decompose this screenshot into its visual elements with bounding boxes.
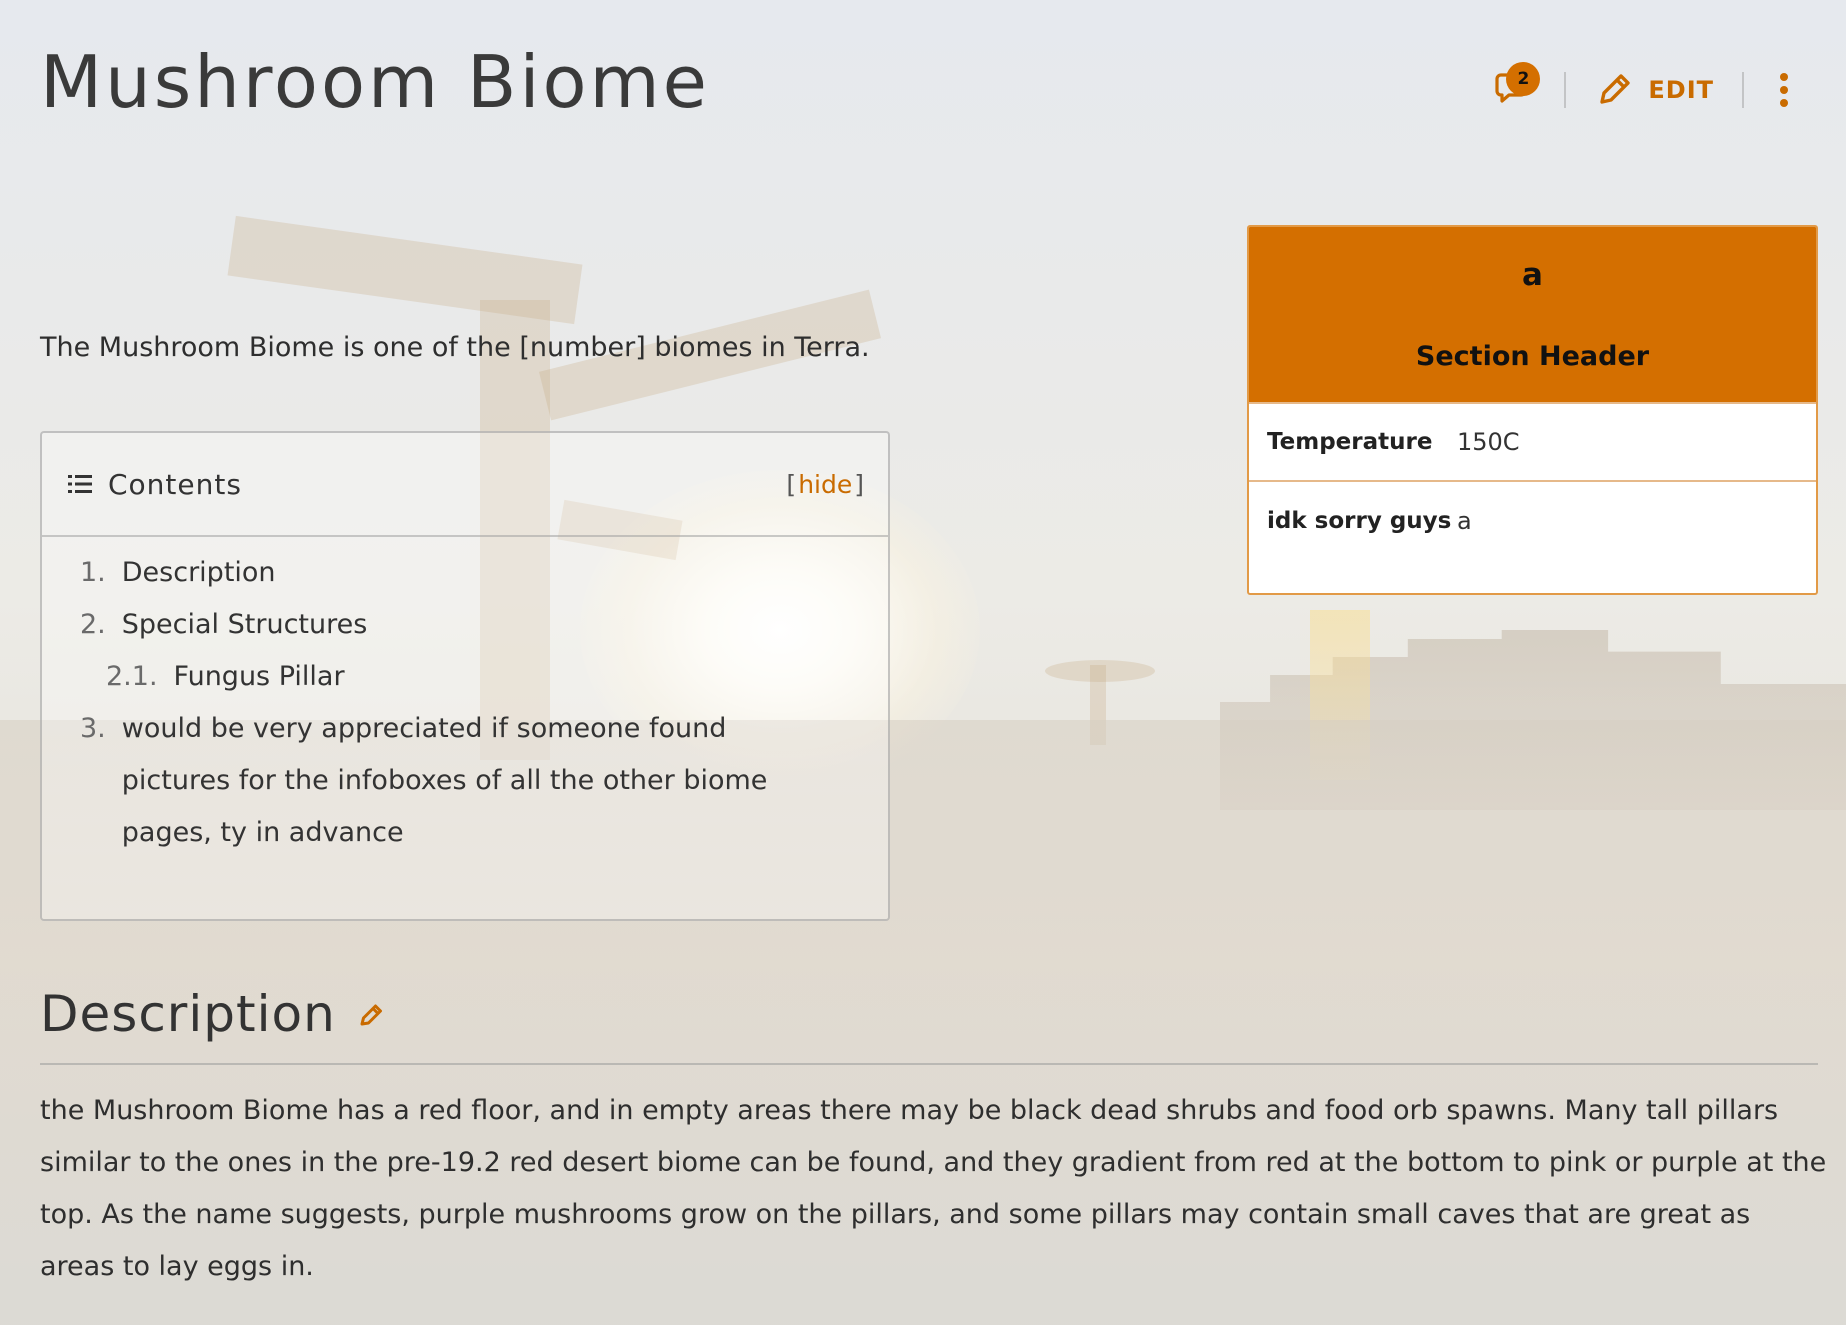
list-icon bbox=[68, 472, 92, 496]
page-title: Mushroom Biome bbox=[40, 40, 710, 124]
infobox-row: idk sorry guys a bbox=[1249, 480, 1816, 593]
infobox-header: a Section Header bbox=[1249, 227, 1816, 402]
edit-button[interactable]: EDIT bbox=[1594, 70, 1714, 110]
toc-list: 1. Description 2. Special Structures 2.1… bbox=[42, 537, 888, 859]
toc-toggle-bracket-close: ] bbox=[854, 469, 864, 499]
toc-item-number: 2. bbox=[80, 609, 106, 640]
infobox-value: a bbox=[1457, 507, 1472, 535]
pencil-icon bbox=[1594, 70, 1648, 110]
toc-item-fungus-pillar[interactable]: 2.1. Fungus Pillar bbox=[80, 651, 846, 703]
vertical-ellipsis-icon bbox=[1778, 70, 1790, 110]
section-heading-description: Description bbox=[40, 985, 386, 1043]
section-heading-text: Description bbox=[40, 985, 336, 1043]
intro-paragraph: The Mushroom Biome is one of the [number… bbox=[40, 332, 870, 363]
toc-item-request[interactable]: 3. would be very appreciated if someone … bbox=[80, 703, 820, 859]
divider bbox=[1742, 72, 1744, 108]
infobox-row: Temperature 150C bbox=[1249, 402, 1816, 480]
toc-item-label: would be very appreciated if someone fou… bbox=[121, 713, 768, 848]
divider bbox=[1564, 72, 1567, 108]
more-options-button[interactable] bbox=[1772, 66, 1796, 114]
toc-item-label: Fungus Pillar bbox=[173, 661, 345, 692]
edit-label: EDIT bbox=[1648, 76, 1714, 104]
infobox-label: idk sorry guys bbox=[1267, 508, 1452, 534]
talk-count-badge: 2 bbox=[1506, 62, 1541, 96]
table-of-contents: Contents [hide] 1. Description 2. Specia… bbox=[40, 431, 890, 921]
talk-button[interactable]: 2 bbox=[1488, 62, 1541, 114]
infobox-label: Temperature bbox=[1267, 429, 1433, 455]
page-actions: 2 EDIT bbox=[1488, 58, 1796, 122]
toc-toggle: [hide] bbox=[786, 470, 864, 499]
toc-item-label: Description bbox=[121, 557, 276, 588]
toc-item-label: Special Structures bbox=[121, 609, 368, 640]
toc-item-description[interactable]: 1. Description bbox=[80, 547, 820, 599]
toc-item-number: 2.1. bbox=[106, 661, 158, 692]
infobox-value: 150C bbox=[1457, 428, 1520, 456]
toc-item-special-structures[interactable]: 2. Special Structures bbox=[80, 599, 820, 651]
toc-item-number: 1. bbox=[80, 557, 106, 588]
section-edit-pencil-icon[interactable] bbox=[358, 1000, 386, 1028]
toc-hide-link[interactable]: hide bbox=[798, 470, 852, 499]
infobox-title: a bbox=[1522, 257, 1543, 293]
toc-header: Contents [hide] bbox=[42, 433, 888, 537]
toc-item-number: 3. bbox=[80, 713, 106, 744]
infobox: a Section Header Temperature 150C idk so… bbox=[1247, 225, 1818, 595]
section-divider bbox=[40, 1063, 1818, 1065]
toc-title: Contents bbox=[108, 467, 242, 501]
page: Mushroom Biome 2 EDIT The Mushroom Biome… bbox=[0, 0, 1846, 1325]
description-paragraph: the Mushroom Biome has a red floor, and … bbox=[40, 1095, 1827, 1282]
toc-toggle-bracket-open: [ bbox=[786, 469, 797, 499]
infobox-section-header: Section Header bbox=[1415, 341, 1650, 372]
